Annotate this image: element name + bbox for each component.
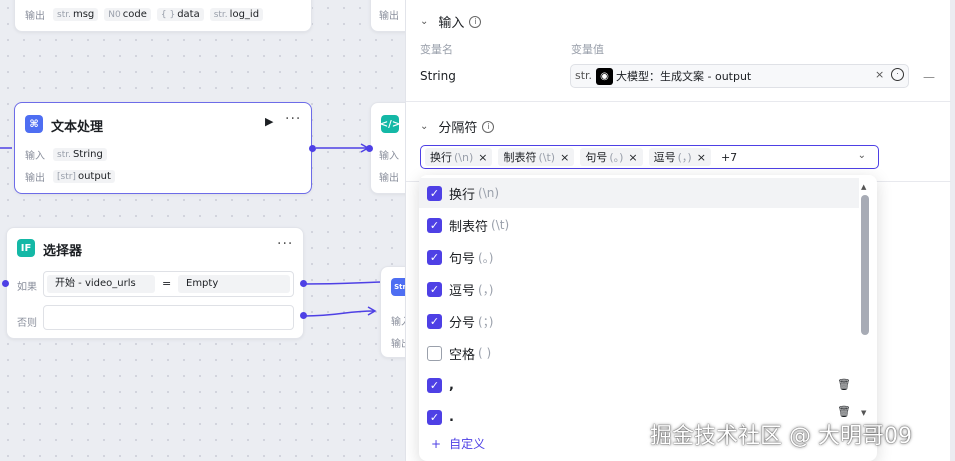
option-comma[interactable]: ✓ 逗号 (，) bbox=[419, 274, 859, 304]
info-icon[interactable]: i bbox=[482, 120, 495, 133]
var-type: str. bbox=[575, 69, 593, 82]
right-node[interactable]: Str 输入 输出 bbox=[380, 266, 405, 358]
text-node-icon: ⌘ bbox=[25, 115, 43, 133]
info-icon[interactable]: i bbox=[469, 15, 482, 28]
output-label: 输出 bbox=[379, 173, 399, 184]
condition-right[interactable]: Empty bbox=[178, 275, 290, 293]
option-semicolon[interactable]: ✓ 分号 (；) bbox=[419, 306, 859, 336]
edge-else bbox=[303, 310, 375, 317]
text-node-out-port[interactable] bbox=[309, 145, 316, 152]
trash-icon[interactable]: 🗑 bbox=[837, 405, 851, 418]
more-icon[interactable]: ··· bbox=[277, 236, 293, 252]
option-space[interactable]: 空格( ) bbox=[419, 338, 859, 368]
scroll-down-icon[interactable]: ▼ bbox=[861, 409, 866, 417]
condition-box[interactable]: 开始 - video_urls = Empty bbox=[43, 271, 294, 297]
separator-section-header[interactable]: ⌄ 分隔符 i bbox=[420, 117, 495, 136]
plus-icon: + bbox=[431, 436, 442, 451]
checkbox-checked-icon[interactable]: ✓ bbox=[427, 249, 442, 265]
option-period[interactable]: ✓ 句号 (。) bbox=[419, 242, 859, 272]
else-label: 否则 bbox=[17, 318, 37, 329]
else-out-port[interactable] bbox=[300, 312, 307, 319]
separator-select[interactable]: 换行 (\n) × 制表符 (\t) × 句号 (。) × 逗号 (，) × +7 ⌄ bbox=[420, 145, 879, 169]
edge-if bbox=[303, 281, 383, 285]
output-data: { } data bbox=[156, 8, 204, 21]
scroll-thumb[interactable] bbox=[861, 195, 869, 335]
output-label: 输出 bbox=[25, 173, 45, 184]
separator-chip[interactable]: 换行 (\n) × bbox=[425, 148, 493, 166]
checkbox-unchecked-icon[interactable] bbox=[427, 345, 442, 361]
checkbox-checked-icon[interactable]: ✓ bbox=[427, 281, 442, 297]
checkbox-checked-icon[interactable]: ✓ bbox=[427, 409, 442, 425]
llm-icon: ◉ bbox=[596, 67, 613, 85]
close-icon[interactable]: × bbox=[560, 151, 569, 164]
separator-chip[interactable]: 逗号 (，) × bbox=[648, 148, 711, 166]
input-label: 输入 bbox=[391, 317, 405, 328]
separator-chip[interactable]: 制表符 (\t) × bbox=[498, 148, 575, 166]
output-label: 输出 bbox=[379, 11, 399, 22]
target-icon[interactable]: · bbox=[891, 68, 904, 81]
chevron-down-icon[interactable]: ⌄ bbox=[858, 150, 866, 161]
clear-icon[interactable]: × bbox=[875, 68, 884, 81]
col-var-name: 变量名 bbox=[420, 43, 453, 56]
input-label: 输入 bbox=[25, 151, 45, 162]
close-icon[interactable]: × bbox=[478, 151, 487, 164]
if-label: 如果 bbox=[17, 282, 37, 293]
checkbox-checked-icon[interactable]: ✓ bbox=[427, 185, 442, 201]
str-icon: Str bbox=[391, 278, 405, 296]
section-title: 输入 bbox=[438, 16, 465, 31]
divider bbox=[406, 101, 951, 102]
run-icon[interactable]: ▶ bbox=[265, 115, 273, 128]
var-name: String bbox=[420, 69, 456, 83]
code-icon: </> bbox=[380, 115, 400, 133]
output-label: 输出 bbox=[391, 339, 405, 350]
checkbox-checked-icon[interactable]: ✓ bbox=[427, 377, 442, 393]
else-box[interactable] bbox=[43, 305, 294, 330]
output-log-id: str. log_id bbox=[209, 8, 264, 21]
chevron-down-icon[interactable]: ⌄ bbox=[420, 16, 428, 27]
text-processing-node[interactable]: ⌘ 文本处理 ▶ ··· 输入 str. String 输出 [str] outpu… bbox=[14, 102, 312, 194]
var-value-field[interactable]: str. ◉ 大模型：生成文案 - output × · bbox=[570, 64, 909, 88]
input-section-header[interactable]: ⌄ 输入 i bbox=[420, 12, 482, 31]
chevron-down-icon[interactable]: ⌄ bbox=[420, 121, 428, 132]
scroll-up-icon[interactable]: ▲ bbox=[861, 183, 866, 191]
output-output: [str] output bbox=[53, 170, 115, 183]
var-value-chip[interactable]: ◉ 大模型：生成文案 - output bbox=[596, 67, 751, 85]
more-icon[interactable]: ··· bbox=[285, 111, 301, 127]
output-label: 输出 bbox=[25, 11, 45, 22]
close-icon[interactable]: × bbox=[697, 151, 706, 164]
workflow-canvas[interactable]: 输出 str. msg N0 code { } data str. log_id 输出 … bbox=[0, 0, 405, 461]
code-node[interactable]: </> 输入 输出 bbox=[370, 102, 405, 194]
section-title: 分隔符 bbox=[438, 121, 478, 136]
add-custom-button[interactable]: + 自定义 bbox=[431, 435, 485, 452]
col-var-value: 变量值 bbox=[571, 43, 604, 56]
selector-node[interactable]: IF 选择器 ··· 如果 开始 - video_urls = Empty 否则 bbox=[6, 227, 304, 339]
option-custom-comma[interactable]: ✓, 🗑 bbox=[419, 370, 859, 400]
if-icon: IF bbox=[17, 239, 35, 257]
checkbox-checked-icon[interactable]: ✓ bbox=[427, 217, 442, 233]
remove-icon[interactable]: — bbox=[923, 70, 935, 84]
watermark: 掘金技术社区 @ 大明哥09 bbox=[650, 424, 912, 449]
output-msg: str. msg bbox=[53, 8, 99, 21]
separator-chip[interactable]: 句号 (。) × bbox=[580, 148, 643, 166]
top-node-right[interactable]: 输出 bbox=[370, 0, 405, 32]
selector-left-port[interactable] bbox=[2, 280, 9, 287]
node-title: 文本处理 bbox=[51, 120, 104, 135]
trash-icon[interactable]: 🗑 bbox=[837, 378, 851, 391]
output-code: N0 code bbox=[104, 8, 151, 21]
top-node[interactable]: 输出 str. msg N0 code { } data str. log_id bbox=[14, 0, 312, 32]
option-newline[interactable]: ✓ 换行 (\n) bbox=[419, 178, 859, 208]
input-label: 输入 bbox=[379, 151, 399, 162]
if-out-port[interactable] bbox=[300, 280, 307, 287]
close-icon[interactable]: × bbox=[628, 151, 637, 164]
checkbox-checked-icon[interactable]: ✓ bbox=[427, 313, 442, 329]
more-count: +7 bbox=[720, 150, 738, 164]
condition-operator[interactable]: = bbox=[162, 275, 171, 293]
node-title: 选择器 bbox=[43, 244, 83, 259]
condition-left[interactable]: 开始 - video_urls bbox=[47, 275, 155, 293]
input-string: str. String bbox=[53, 148, 107, 161]
var-value-text: 大模型：生成文案 - output bbox=[616, 70, 752, 83]
scrollbar[interactable]: ▲ ▼ bbox=[861, 183, 869, 453]
option-tab[interactable]: ✓ 制表符 (\t) bbox=[419, 210, 859, 240]
code-node-in-port[interactable] bbox=[366, 145, 373, 152]
